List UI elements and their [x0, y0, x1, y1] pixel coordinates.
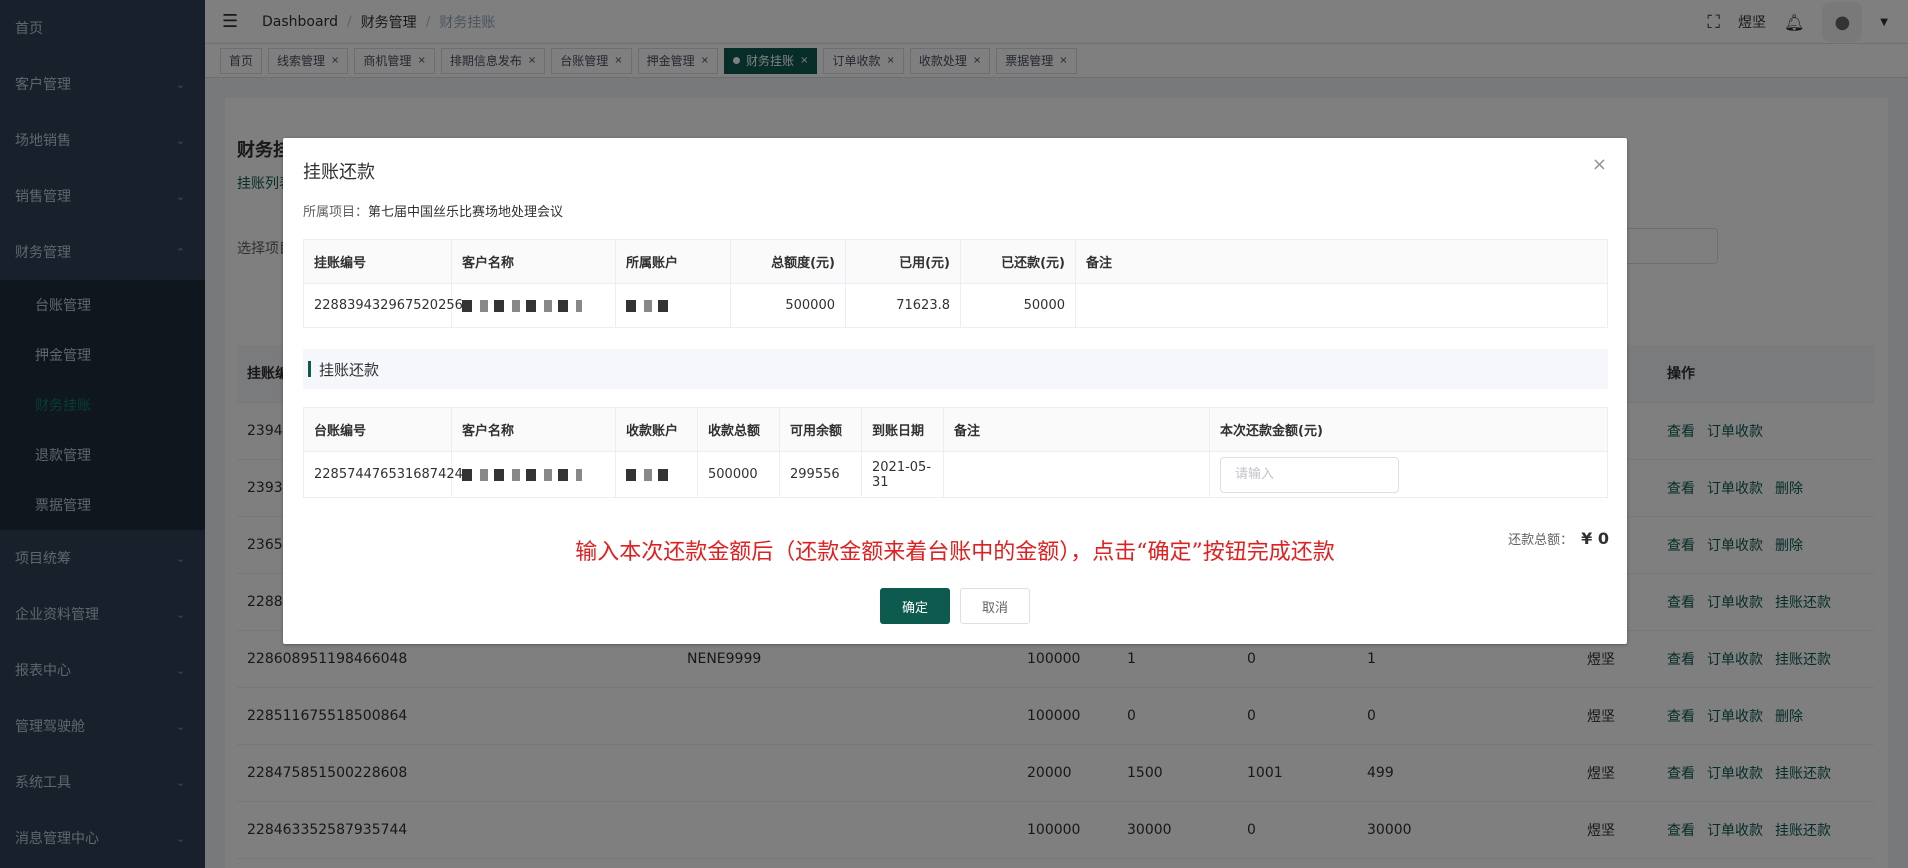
project-label: 所属项目：	[303, 205, 369, 220]
col-header: 收款账户	[615, 407, 698, 452]
confirm-button[interactable]: 确定	[880, 588, 950, 624]
redacted-image	[462, 468, 582, 481]
remark	[943, 451, 1210, 498]
col-header: 收款总额	[697, 407, 780, 452]
ledger-id: 228574476531687424	[303, 451, 463, 498]
repay-amount-input[interactable]	[1220, 456, 1399, 493]
section-header: 挂账还款	[303, 349, 1608, 389]
used-amount: 71623.8	[845, 283, 961, 328]
col-header: 总额度(元)	[730, 239, 846, 284]
section-marker	[308, 361, 311, 377]
total-limit: 500000	[730, 283, 846, 328]
col-header: 所属账户	[615, 239, 731, 284]
redacted-image	[626, 468, 676, 481]
table-row: 228839432967520256 500000 71623.8 50000	[303, 283, 1608, 328]
credit-id: 228839432967520256	[303, 283, 463, 328]
arrival-date: 2021-05-31	[861, 451, 944, 498]
col-header: 备注	[943, 407, 1210, 452]
account-masked	[615, 283, 731, 328]
col-header: 台账编号	[303, 407, 452, 452]
col-header: 挂账编号	[303, 239, 452, 284]
col-header: 已还款(元)	[960, 239, 1076, 284]
customer-name-masked	[451, 283, 616, 328]
account-masked	[615, 451, 698, 498]
dialog-title: 挂账还款	[303, 162, 375, 183]
table-row: 228574476531687424 500000 299556 2021-05…	[303, 451, 1608, 498]
project-line: 所属项目：第七届中国丝乐比赛场地处理会议	[303, 201, 563, 220]
redacted-image	[626, 299, 676, 312]
remark	[1075, 283, 1608, 328]
col-header: 本次还款金额(元)	[1209, 407, 1608, 452]
cancel-button[interactable]: 取消	[960, 588, 1030, 624]
credit-info-table: 挂账编号 客户名称 所属账户 总额度(元) 已用(元) 已还款(元) 备注 22…	[303, 239, 1608, 328]
close-icon[interactable]: ×	[1592, 154, 1607, 175]
col-header: 已用(元)	[845, 239, 961, 284]
redacted-image	[462, 299, 582, 312]
repaid-amount: 50000	[960, 283, 1076, 328]
available-balance: 299556	[779, 451, 862, 498]
repay-dialog: 挂账还款 × 所属项目：第七届中国丝乐比赛场地处理会议 挂账编号 客户名称 所属…	[283, 138, 1627, 644]
received-total: 500000	[697, 451, 780, 498]
section-title: 挂账还款	[319, 360, 380, 379]
customer-name-masked	[451, 451, 616, 498]
col-header: 客户名称	[451, 407, 616, 452]
project-value: 第七届中国丝乐比赛场地处理会议	[368, 205, 564, 220]
col-header: 客户名称	[451, 239, 616, 284]
col-header: 备注	[1075, 239, 1608, 284]
col-header: 可用余额	[779, 407, 862, 452]
repay-amount-cell	[1209, 451, 1608, 498]
instruction-annotation: 输入本次还款金额后（还款金额来着台账中的金额），点击“确定”按钮完成还款	[575, 540, 1335, 565]
col-header: 到账日期	[861, 407, 944, 452]
ledger-table: 台账编号 客户名称 收款账户 收款总额 可用余额 到账日期 备注 本次还款金额(…	[303, 407, 1608, 498]
